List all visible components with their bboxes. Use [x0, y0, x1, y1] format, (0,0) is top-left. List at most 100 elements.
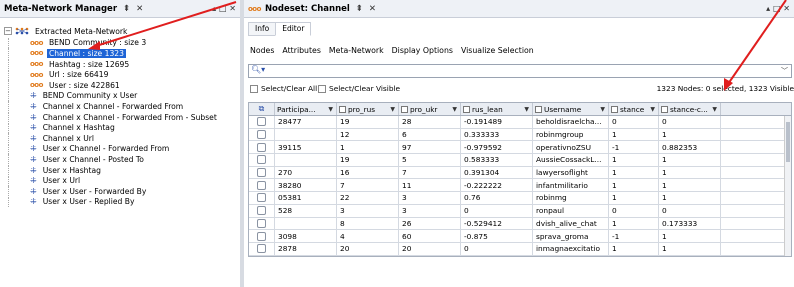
menu-meta-network[interactable]: Meta-Network	[329, 46, 384, 55]
close-tab-icon[interactable]: ✕	[136, 4, 143, 14]
table-cell[interactable]: ronpaul	[533, 204, 609, 217]
table-cell[interactable]	[275, 154, 337, 166]
row-checkbox[interactable]	[257, 117, 266, 127]
table-cell[interactable]: 26	[399, 217, 461, 230]
table-row[interactable]: 528 3 3 0 ronpaul 0 0	[249, 204, 791, 218]
table-cell[interactable]: 20	[399, 242, 461, 255]
column-checkbox[interactable]	[611, 105, 618, 113]
table-cell[interactable]: 1	[659, 179, 721, 192]
row-checkbox[interactable]	[257, 206, 266, 216]
table-cell[interactable]: infantmilitario	[533, 179, 609, 192]
table-cell[interactable]: 0.391304	[461, 166, 533, 179]
row-checkbox[interactable]	[257, 193, 266, 203]
pin-icon[interactable]: ⇞	[356, 4, 363, 14]
tree-item[interactable]: ooo User : size 422861	[4, 80, 236, 91]
table-row[interactable]: 12 6 0.333333 robinmgroup 1 1	[249, 128, 791, 142]
sort-dropdown-icon[interactable]: ▼	[452, 106, 457, 113]
menu-display-options[interactable]: Display Options	[392, 46, 453, 55]
row-checkbox[interactable]	[257, 231, 266, 241]
table-cell[interactable]: -0.875	[461, 230, 533, 242]
table-cell[interactable]: 5	[399, 154, 461, 166]
table-cell[interactable]: 0.173333	[659, 217, 721, 230]
sort-dropdown-icon[interactable]: ▼	[650, 106, 655, 113]
table-cell[interactable]: 28477	[275, 116, 337, 128]
column-header[interactable]: pro_ukr ▼	[399, 103, 461, 115]
table-row[interactable]: 19 5 0.583333 AussieCossackL... 1 1	[249, 154, 791, 167]
row-select-cell[interactable]	[249, 230, 275, 242]
close-tab-icon[interactable]: ✕	[369, 4, 376, 14]
table-cell[interactable]: robinmg	[533, 192, 609, 204]
column-header[interactable]: Username ▼	[533, 103, 609, 115]
table-cell[interactable]: AussieCossackL...	[533, 154, 609, 166]
select-clear-visible-button[interactable]: Select/Clear Visible	[318, 84, 400, 93]
column-header[interactable]: stance ▼	[609, 103, 659, 115]
menu-nodes[interactable]: Nodes	[250, 46, 274, 55]
menu-attributes[interactable]: Attributes	[282, 46, 321, 55]
column-checkbox[interactable]	[401, 105, 408, 113]
table-cell[interactable]: 0	[461, 242, 533, 255]
tree-item[interactable]: ⁜ User x Url	[4, 175, 236, 186]
table-cell[interactable]: 270	[275, 166, 337, 179]
table-cell[interactable]: 1	[659, 192, 721, 204]
table-cell[interactable]: 60	[399, 230, 461, 242]
window-controls[interactable]: ▴ □ ✕	[766, 4, 790, 13]
table-cell[interactable]: 39115	[275, 141, 337, 154]
table-cell[interactable]: dvish_alive_chat	[533, 217, 609, 230]
table-cell[interactable]: 1	[609, 179, 659, 192]
tree-item[interactable]: ooo BEND Community : size 3	[4, 37, 236, 49]
tree-root[interactable]: − Extracted Meta-Network	[4, 26, 236, 37]
table-cell[interactable]: 1	[659, 242, 721, 255]
table-cell[interactable]: 1	[337, 141, 399, 154]
table-cell[interactable]: 16	[337, 166, 399, 179]
row-checkbox[interactable]	[257, 142, 266, 152]
row-select-cell[interactable]	[249, 204, 275, 217]
table-cell[interactable]: 0.333333	[461, 128, 533, 141]
table-cell[interactable]: 38280	[275, 179, 337, 192]
table-cell[interactable]: 1	[659, 166, 721, 179]
table-row[interactable]: 05381 22 3 0.76 robinmg 1 1	[249, 192, 791, 205]
table-cell[interactable]: 28	[399, 116, 461, 128]
table-cell[interactable]: 4	[337, 230, 399, 242]
row-checkbox[interactable]	[257, 218, 266, 228]
tree-item[interactable]: ooo Hashtag : size 12695	[4, 59, 236, 70]
tree-item[interactable]: ⁜ Channel x Hashtag	[4, 122, 236, 133]
table-cell[interactable]: 528	[275, 204, 337, 217]
table-cell[interactable]: 1	[609, 154, 659, 166]
table-row[interactable]: 8 26 -0.529412 dvish_alive_chat 1 0.173333	[249, 217, 791, 231]
table-cell[interactable]: operativnoZSU	[533, 141, 609, 154]
chevron-down-icon[interactable]: ﹀	[781, 66, 788, 76]
table-cell[interactable]: 19	[337, 154, 399, 166]
sort-dropdown-icon[interactable]: ▼	[600, 106, 605, 113]
column-checkbox[interactable]	[339, 105, 346, 113]
tab-info[interactable]: Info	[248, 22, 277, 36]
table-row[interactable]: 270 16 7 0.391304 lawyersoflight 1 1	[249, 166, 791, 180]
search-input[interactable]: 🔍︎▾ ﹀	[248, 64, 792, 78]
table-cell[interactable]: 0.882353	[659, 141, 721, 154]
collapse-icon[interactable]: −	[4, 27, 12, 36]
table-cell[interactable]: -0.529412	[461, 217, 533, 230]
window-controls[interactable]: ▴ □ ✕	[212, 4, 236, 13]
table-cell[interactable]: 3098	[275, 230, 337, 242]
sort-dropdown-icon[interactable]: ▼	[712, 106, 717, 113]
tree-item[interactable]: ⁜ User x Hashtag	[4, 165, 236, 176]
row-select-cell[interactable]	[249, 141, 275, 154]
sort-dropdown-icon[interactable]: ▼	[524, 106, 529, 113]
tree-item[interactable]: ⁜ User x User - Replied By	[4, 196, 236, 208]
table-cell[interactable]: beholdisraelcha...	[533, 116, 609, 128]
tab-editor[interactable]: Editor	[275, 22, 312, 36]
table-cell[interactable]: 0	[461, 204, 533, 217]
sort-dropdown-icon[interactable]: ▼	[390, 106, 395, 113]
row-checkbox[interactable]	[257, 155, 266, 165]
table-cell[interactable]: 0.583333	[461, 154, 533, 166]
table-cell[interactable]: -1	[609, 230, 659, 242]
search-icon[interactable]: 🔍︎▾	[251, 65, 265, 74]
table-cell[interactable]: 7	[399, 166, 461, 179]
table-cell[interactable]: 0	[659, 116, 721, 128]
table-cell[interactable]: 1	[659, 230, 721, 242]
table-cell[interactable]: 3	[337, 204, 399, 217]
table-row[interactable]: 2878 20 20 0 inmagnaexcitatio 1 1	[249, 242, 791, 256]
row-select-cell[interactable]	[249, 166, 275, 179]
table-cell[interactable]: 0.76	[461, 192, 533, 204]
table-cell[interactable]: 1	[609, 217, 659, 230]
select-clear-all-button[interactable]: Select/Clear All	[250, 84, 317, 93]
